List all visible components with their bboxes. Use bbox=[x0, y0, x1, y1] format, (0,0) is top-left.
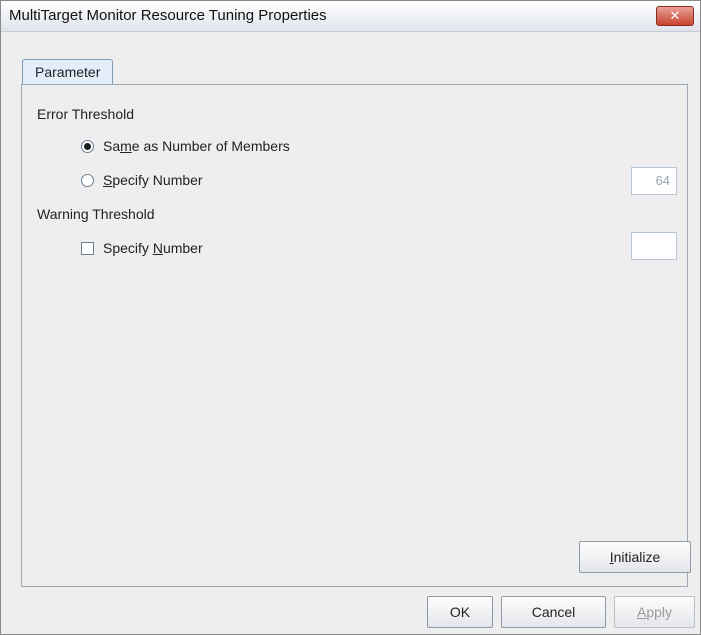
close-icon: ✕ bbox=[669, 8, 681, 23]
initialize-button[interactable]: Initialize bbox=[579, 541, 691, 573]
cancel-button[interactable]: Cancel bbox=[501, 596, 606, 628]
specify-number-label[interactable]: Specify Number bbox=[103, 172, 203, 188]
warning-specify-number-checkbox[interactable] bbox=[81, 242, 94, 255]
same-as-members-label[interactable]: Same as Number of Members bbox=[103, 138, 290, 154]
error-threshold-number-field[interactable]: 64 bbox=[631, 167, 677, 195]
ok-button[interactable]: OK bbox=[427, 596, 493, 628]
error-threshold-heading: Error Threshold bbox=[37, 106, 135, 122]
warning-specify-number-label[interactable]: Specify Number bbox=[103, 240, 203, 256]
close-button[interactable]: ✕ bbox=[656, 6, 694, 26]
title-bar: MultiTarget Monitor Resource Tuning Prop… bbox=[1, 1, 700, 32]
warning-threshold-number-field[interactable] bbox=[631, 232, 677, 260]
tab-parameter[interactable]: Parameter bbox=[22, 59, 114, 84]
window-title: MultiTarget Monitor Resource Tuning Prop… bbox=[9, 7, 327, 24]
apply-button[interactable]: Apply bbox=[614, 596, 695, 628]
specify-number-radio[interactable] bbox=[81, 174, 94, 187]
parameter-panel bbox=[21, 84, 688, 587]
dialog-window: MultiTarget Monitor Resource Tuning Prop… bbox=[0, 0, 701, 635]
same-as-members-radio[interactable] bbox=[81, 140, 94, 153]
warning-threshold-heading: Warning Threshold bbox=[37, 206, 155, 222]
